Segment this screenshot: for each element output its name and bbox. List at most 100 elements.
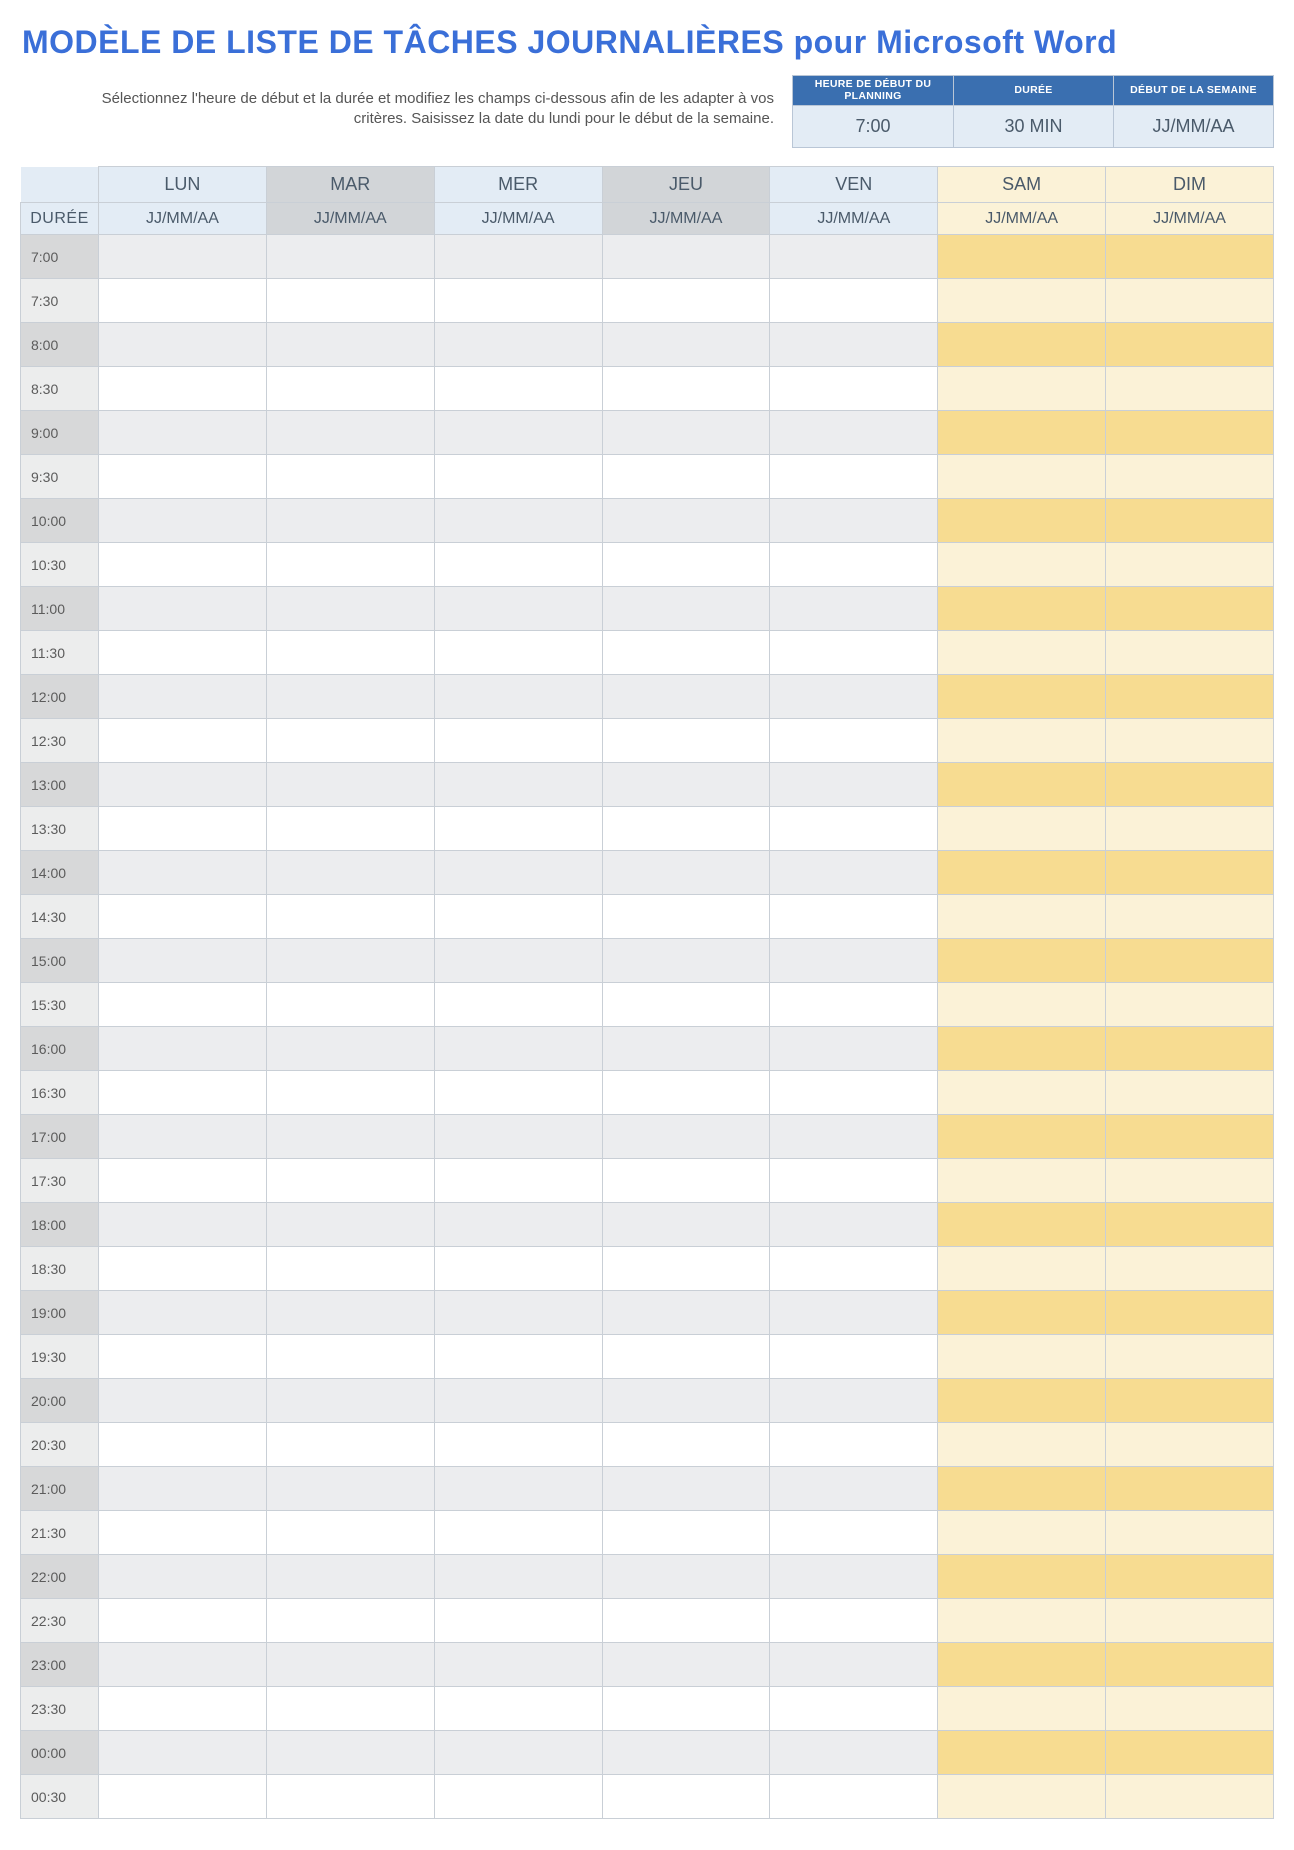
schedule-cell[interactable] [266,1731,434,1775]
schedule-cell[interactable] [266,1511,434,1555]
schedule-cell[interactable] [434,851,602,895]
schedule-cell[interactable] [1106,1027,1274,1071]
schedule-cell[interactable] [770,455,938,499]
schedule-cell[interactable] [266,1203,434,1247]
schedule-cell[interactable] [770,499,938,543]
schedule-cell[interactable] [266,807,434,851]
date-header[interactable]: JJ/MM/AA [1106,203,1274,235]
schedule-cell[interactable] [602,411,770,455]
schedule-cell[interactable] [938,367,1106,411]
date-header[interactable]: JJ/MM/AA [770,203,938,235]
schedule-cell[interactable] [1106,939,1274,983]
schedule-cell[interactable] [1106,323,1274,367]
schedule-cell[interactable] [266,1643,434,1687]
schedule-cell[interactable] [434,1599,602,1643]
schedule-cell[interactable] [1106,1511,1274,1555]
schedule-cell[interactable] [1106,675,1274,719]
schedule-cell[interactable] [266,323,434,367]
schedule-cell[interactable] [99,1511,267,1555]
schedule-cell[interactable] [1106,499,1274,543]
config-value[interactable]: JJ/MM/AA [1114,106,1273,147]
schedule-cell[interactable] [1106,1247,1274,1291]
schedule-cell[interactable] [434,323,602,367]
schedule-cell[interactable] [99,1291,267,1335]
schedule-cell[interactable] [99,1599,267,1643]
schedule-cell[interactable] [602,763,770,807]
schedule-cell[interactable] [602,1511,770,1555]
schedule-cell[interactable] [1106,367,1274,411]
schedule-cell[interactable] [1106,1467,1274,1511]
schedule-cell[interactable] [1106,279,1274,323]
schedule-cell[interactable] [938,1115,1106,1159]
schedule-cell[interactable] [434,939,602,983]
schedule-cell[interactable] [99,367,267,411]
schedule-cell[interactable] [99,1335,267,1379]
schedule-cell[interactable] [938,543,1106,587]
schedule-cell[interactable] [770,1467,938,1511]
schedule-cell[interactable] [99,411,267,455]
schedule-cell[interactable] [99,279,267,323]
schedule-cell[interactable] [770,587,938,631]
schedule-cell[interactable] [938,851,1106,895]
schedule-cell[interactable] [770,939,938,983]
schedule-cell[interactable] [266,1423,434,1467]
schedule-cell[interactable] [770,763,938,807]
schedule-cell[interactable] [99,1247,267,1291]
schedule-cell[interactable] [99,1027,267,1071]
schedule-cell[interactable] [99,323,267,367]
schedule-cell[interactable] [1106,1291,1274,1335]
schedule-cell[interactable] [770,1247,938,1291]
schedule-cell[interactable] [938,411,1106,455]
schedule-cell[interactable] [99,807,267,851]
schedule-cell[interactable] [434,411,602,455]
schedule-cell[interactable] [602,675,770,719]
schedule-cell[interactable] [602,895,770,939]
schedule-cell[interactable] [938,983,1106,1027]
schedule-cell[interactable] [434,1511,602,1555]
schedule-cell[interactable] [99,1379,267,1423]
schedule-cell[interactable] [938,279,1106,323]
schedule-cell[interactable] [770,1687,938,1731]
schedule-cell[interactable] [434,763,602,807]
schedule-cell[interactable] [266,1335,434,1379]
schedule-cell[interactable] [938,235,1106,279]
schedule-cell[interactable] [99,719,267,763]
schedule-cell[interactable] [266,1291,434,1335]
schedule-cell[interactable] [434,1159,602,1203]
schedule-cell[interactable] [770,1335,938,1379]
schedule-cell[interactable] [602,1335,770,1379]
schedule-cell[interactable] [434,455,602,499]
schedule-cell[interactable] [938,807,1106,851]
schedule-cell[interactable] [266,631,434,675]
schedule-cell[interactable] [99,1423,267,1467]
schedule-cell[interactable] [266,1555,434,1599]
schedule-cell[interactable] [938,631,1106,675]
schedule-cell[interactable] [99,939,267,983]
schedule-cell[interactable] [1106,1203,1274,1247]
date-header[interactable]: JJ/MM/AA [434,203,602,235]
schedule-cell[interactable] [266,851,434,895]
schedule-cell[interactable] [602,367,770,411]
schedule-cell[interactable] [1106,455,1274,499]
schedule-cell[interactable] [1106,1731,1274,1775]
schedule-cell[interactable] [770,895,938,939]
schedule-cell[interactable] [602,1775,770,1819]
schedule-cell[interactable] [434,1027,602,1071]
schedule-cell[interactable] [1106,1115,1274,1159]
schedule-cell[interactable] [434,543,602,587]
schedule-cell[interactable] [602,1027,770,1071]
schedule-cell[interactable] [770,675,938,719]
schedule-cell[interactable] [434,279,602,323]
schedule-cell[interactable] [1106,1379,1274,1423]
schedule-cell[interactable] [602,807,770,851]
schedule-cell[interactable] [938,1555,1106,1599]
schedule-cell[interactable] [266,983,434,1027]
schedule-cell[interactable] [434,499,602,543]
date-header[interactable]: JJ/MM/AA [266,203,434,235]
schedule-cell[interactable] [99,587,267,631]
schedule-cell[interactable] [434,1379,602,1423]
schedule-cell[interactable] [266,895,434,939]
schedule-cell[interactable] [266,1687,434,1731]
schedule-cell[interactable] [266,939,434,983]
schedule-cell[interactable] [266,675,434,719]
